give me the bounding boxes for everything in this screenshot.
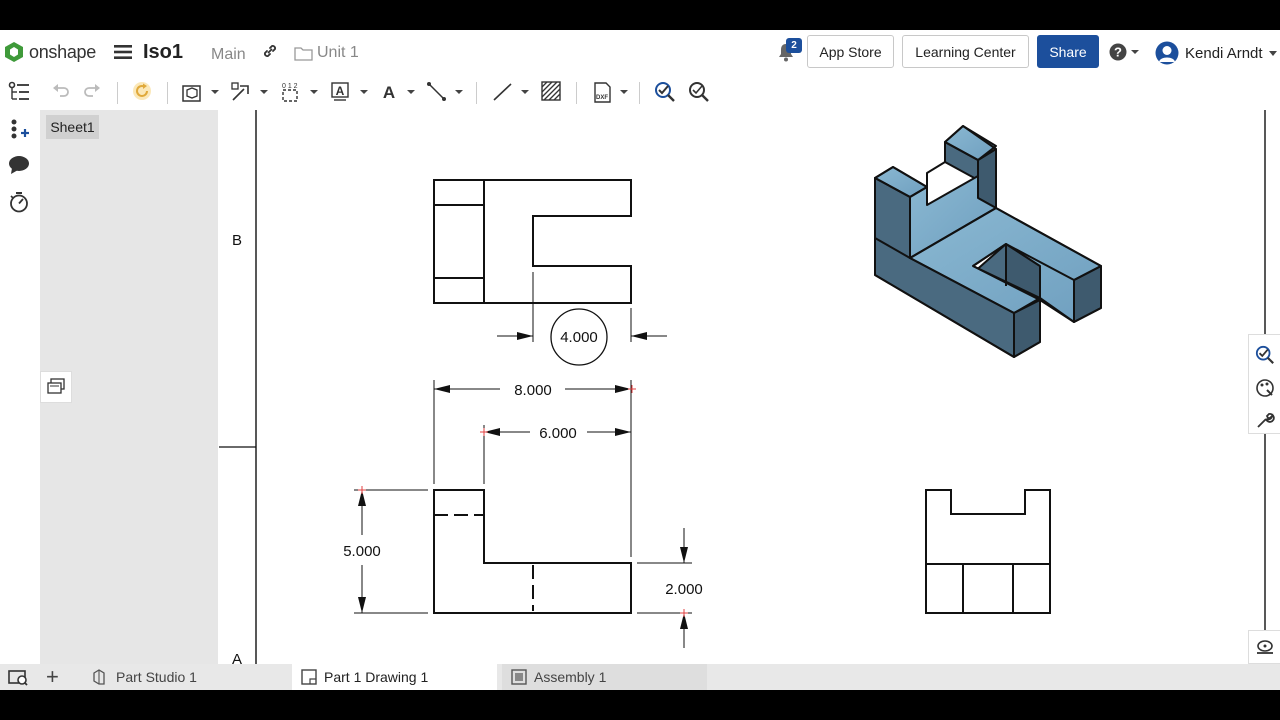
hatch-icon[interactable] bbox=[541, 81, 561, 101]
toolbar-separator bbox=[476, 82, 477, 104]
onshape-logo[interactable]: onshape bbox=[4, 41, 96, 63]
sheet-item[interactable]: Sheet1 bbox=[46, 115, 99, 139]
check-icon[interactable] bbox=[654, 81, 676, 103]
help-icon: ? bbox=[1109, 43, 1139, 61]
stacked-pages-icon bbox=[47, 378, 65, 394]
onshape-logo-icon bbox=[5, 42, 23, 62]
folder-breadcrumb[interactable]: Unit 1 bbox=[294, 44, 359, 62]
dimension-text[interactable]: 6.000 bbox=[539, 425, 577, 442]
zone-label: B bbox=[232, 232, 242, 249]
svg-text:?: ? bbox=[1114, 45, 1122, 60]
toolbar-separator bbox=[576, 82, 577, 104]
tab-manager-icon[interactable] bbox=[8, 668, 28, 686]
user-name: Kendi Arndt bbox=[1185, 44, 1263, 62]
assembly-icon bbox=[511, 669, 527, 685]
tape-measure-icon[interactable] bbox=[1255, 638, 1275, 656]
side-view[interactable] bbox=[925, 489, 1051, 614]
slot-width-dimension[interactable] bbox=[497, 272, 667, 366]
menu-icon[interactable] bbox=[114, 44, 132, 65]
avatar-icon bbox=[1155, 41, 1179, 65]
user-menu[interactable]: Kendi Arndt bbox=[1155, 41, 1277, 65]
comment-icon[interactable] bbox=[8, 155, 30, 175]
section-view-icon[interactable]: 0 1 2 bbox=[280, 81, 320, 103]
projected-view-icon[interactable] bbox=[230, 81, 270, 103]
svg-text:A: A bbox=[383, 83, 395, 102]
check-icon[interactable] bbox=[1255, 345, 1275, 365]
left-rail bbox=[0, 73, 40, 664]
toolbar-separator bbox=[117, 82, 118, 104]
timer-icon[interactable] bbox=[8, 191, 30, 213]
drawing-toolbar: 0 1 2 A A DXF bbox=[40, 73, 1280, 110]
overall-width-dimension[interactable] bbox=[433, 380, 636, 557]
right-tool-rail bbox=[1248, 334, 1280, 434]
drawing-canvas[interactable]: B A 4.000 8.000 6.000 5.000 2.000 bbox=[218, 110, 1280, 668]
part-studio-icon bbox=[93, 669, 105, 685]
help-menu[interactable]: ? bbox=[1109, 43, 1143, 66]
tab-bar: + Part Studio 1 Part 1 Drawing 1 Assembl… bbox=[0, 664, 1280, 690]
sheet-list-toggle[interactable] bbox=[40, 371, 72, 403]
inspect-icon[interactable] bbox=[688, 81, 710, 103]
insert-icon[interactable] bbox=[8, 118, 30, 140]
text-icon[interactable]: A bbox=[380, 81, 420, 103]
feature-list-icon[interactable] bbox=[8, 81, 30, 103]
tab-part-drawing[interactable]: Part 1 Drawing 1 bbox=[292, 664, 497, 690]
export-dxf-icon[interactable]: DXF bbox=[592, 81, 632, 103]
dimension-text[interactable]: 8.000 bbox=[514, 382, 552, 399]
zone-label: A bbox=[232, 651, 242, 664]
onshape-app: onshape Iso1 Main Unit 1 2 App Store Lea… bbox=[0, 30, 1280, 690]
right-tool-rail-bottom bbox=[1248, 630, 1280, 664]
document-title[interactable]: Iso1 bbox=[143, 41, 183, 64]
folder-name: Unit 1 bbox=[317, 44, 359, 61]
toolbar-separator bbox=[167, 82, 168, 104]
chevron-down-icon bbox=[1268, 50, 1277, 56]
learning-center-button[interactable]: Learning Center bbox=[902, 35, 1029, 68]
top-bar: onshape Iso1 Main Unit 1 2 App Store Lea… bbox=[0, 30, 1280, 73]
line-icon[interactable] bbox=[492, 81, 532, 103]
folder-icon bbox=[294, 46, 313, 61]
share-button[interactable]: Share bbox=[1037, 35, 1099, 68]
drawing-icon bbox=[301, 669, 317, 685]
app-store-button[interactable]: App Store bbox=[807, 35, 894, 68]
tab-assembly[interactable]: Assembly 1 bbox=[502, 664, 707, 690]
svg-text:A: A bbox=[336, 84, 345, 98]
tab-label: Part Studio 1 bbox=[116, 669, 197, 685]
undo-icon[interactable] bbox=[52, 81, 70, 99]
insert-view-icon[interactable] bbox=[181, 81, 221, 103]
dimension-text[interactable]: 5.000 bbox=[343, 543, 381, 560]
front-view[interactable] bbox=[433, 489, 632, 614]
appearance-icon[interactable] bbox=[1255, 378, 1275, 398]
wrench-icon[interactable] bbox=[1255, 410, 1275, 430]
tab-part-studio[interactable]: Part Studio 1 bbox=[84, 664, 289, 690]
isometric-view[interactable] bbox=[874, 125, 1102, 358]
redo-icon[interactable] bbox=[83, 81, 101, 99]
dimension-text[interactable]: 2.000 bbox=[665, 581, 703, 598]
toolbar-separator bbox=[639, 82, 640, 104]
link-icon[interactable] bbox=[262, 43, 278, 64]
tab-label: Assembly 1 bbox=[534, 669, 607, 685]
notification-badge: 2 bbox=[786, 38, 802, 53]
svg-text:DXF: DXF bbox=[596, 95, 608, 101]
note-icon[interactable]: A bbox=[330, 81, 370, 103]
update-icon[interactable] bbox=[132, 81, 152, 101]
svg-text:0 1 2: 0 1 2 bbox=[282, 83, 298, 90]
tab-label: Part 1 Drawing 1 bbox=[324, 669, 429, 685]
dimension-text[interactable]: 4.000 bbox=[560, 329, 598, 346]
drawing-sheet: B A 4.000 8.000 6.000 5.000 2.000 bbox=[219, 110, 1266, 668]
logo-text: onshape bbox=[29, 41, 96, 62]
branch-name[interactable]: Main bbox=[211, 46, 246, 64]
add-tab-button[interactable]: + bbox=[46, 666, 59, 688]
leader-icon[interactable] bbox=[426, 81, 466, 103]
